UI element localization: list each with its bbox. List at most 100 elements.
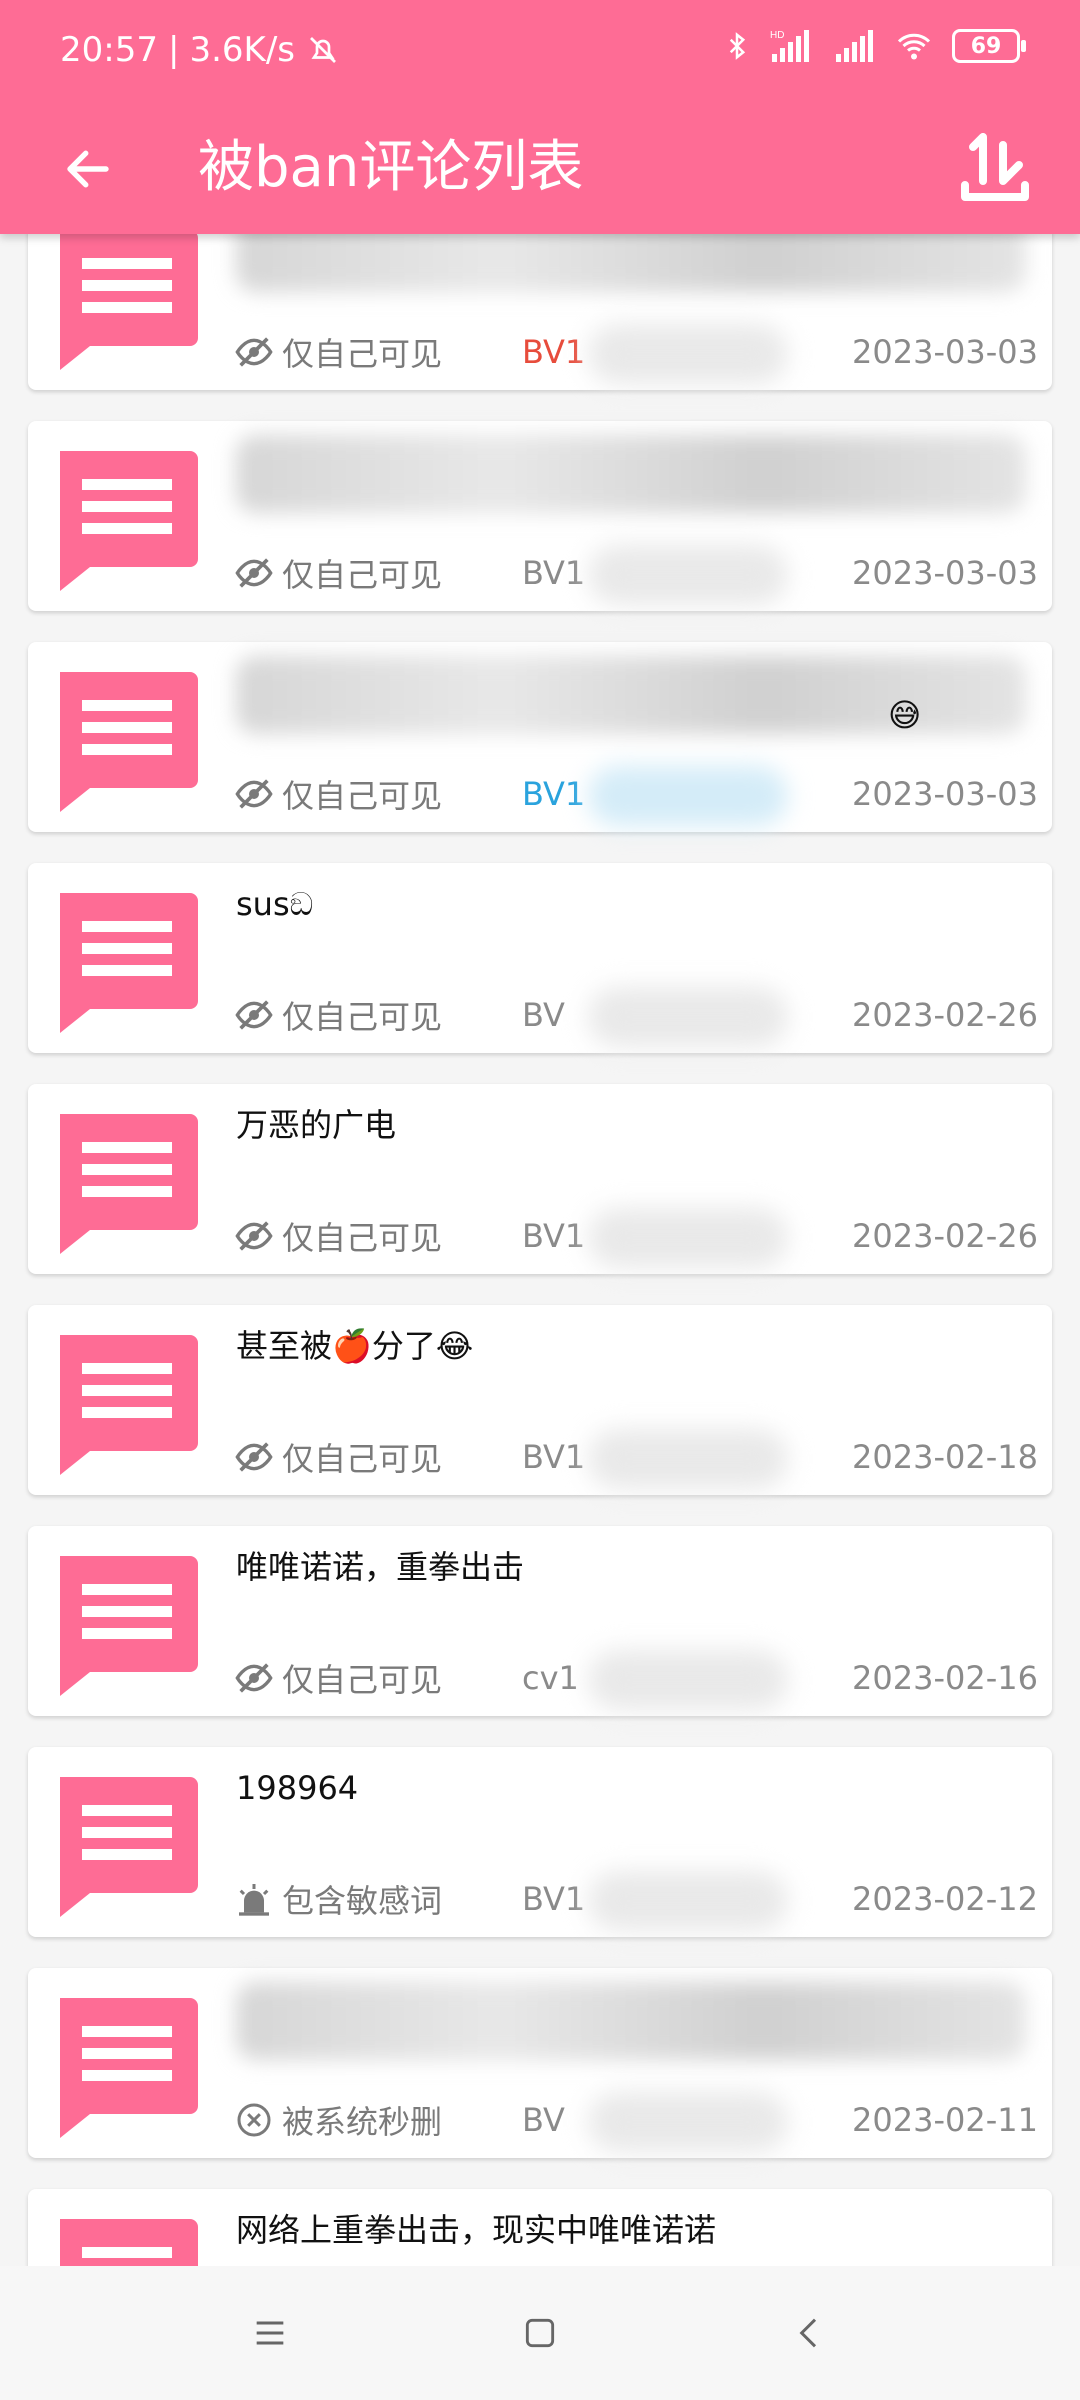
status-time: 20:57 bbox=[60, 30, 158, 70]
comment-status: 仅自己可见 bbox=[234, 549, 442, 597]
comment-card[interactable]: 仅自己可见 BV1 2023-03-03 bbox=[28, 234, 1052, 390]
comment-list[interactable]: 仅自己可见 BV1 2023-03-03 仅自己可见 BV1 2023-03-03 😅 仅自己… bbox=[0, 234, 1080, 2266]
back-button[interactable] bbox=[46, 127, 130, 211]
comment-source-id[interactable]: BV1 bbox=[522, 328, 585, 376]
comment-source-id[interactable]: cv1 bbox=[522, 1654, 579, 1702]
comment-icon bbox=[60, 1114, 198, 1254]
eye-off-icon bbox=[235, 1663, 273, 1693]
back-nav-button[interactable] bbox=[780, 2303, 840, 2363]
comment-card[interactable]: susඞ 仅自己可见 BV 2023-02-26 bbox=[28, 863, 1052, 1053]
comment-icon bbox=[60, 1777, 198, 1917]
comment-content-redacted bbox=[236, 435, 1026, 513]
comment-card[interactable]: 甚至被🍎分了😂 仅自己可见 BV1 2023-02-18 bbox=[28, 1305, 1052, 1495]
comment-status: 仅自己可见 bbox=[234, 1212, 442, 1260]
comment-status: 仅自己可见 bbox=[234, 328, 442, 376]
comment-status-label: 仅自己可见 bbox=[282, 1440, 443, 1478]
source-id-redacted bbox=[588, 1208, 788, 1268]
battery-level: 69 bbox=[970, 33, 1002, 59]
comment-status-label: 仅自己可见 bbox=[282, 335, 443, 373]
comment-icon bbox=[60, 2219, 198, 2266]
comment-source-id[interactable]: BV1 bbox=[522, 549, 585, 597]
comment-status: 仅自己可见 bbox=[234, 991, 442, 1039]
comment-content: 198964 bbox=[236, 1769, 359, 1807]
comment-content: 万恶的广电 bbox=[236, 1106, 397, 1144]
comment-status-label: 被系统秒删 bbox=[282, 2103, 443, 2141]
comment-source-id[interactable]: BV1 bbox=[522, 1433, 585, 1481]
comment-icon-wrap bbox=[50, 234, 200, 372]
comment-content: susඞ bbox=[236, 885, 314, 923]
comment-date: 2023-02-11 bbox=[852, 2101, 1038, 2139]
home-square-icon bbox=[525, 2318, 555, 2348]
download-icon bbox=[961, 133, 1029, 201]
comment-status-label: 仅自己可见 bbox=[282, 556, 443, 594]
source-id-redacted bbox=[588, 1871, 788, 1931]
eye-off-icon bbox=[235, 1000, 273, 1030]
circle-x-icon bbox=[237, 2103, 271, 2137]
comment-source-id[interactable]: BV bbox=[522, 991, 565, 1039]
mute-bell-icon bbox=[310, 37, 336, 63]
comment-icon bbox=[60, 893, 198, 1033]
comment-status-label: 仅自己可见 bbox=[282, 777, 443, 815]
comment-card[interactable]: 被系统秒删 BV 2023-02-11 bbox=[28, 1968, 1052, 2158]
comment-icon-wrap bbox=[50, 1990, 200, 2140]
comment-icon-wrap bbox=[50, 443, 200, 593]
comment-date: 2023-03-03 bbox=[852, 775, 1038, 813]
comment-status: 仅自己可见 bbox=[234, 1654, 442, 1702]
comment-content: 唯唯诺诺，重拳出击 bbox=[236, 1548, 525, 1586]
comment-icon-wrap bbox=[50, 885, 200, 1035]
source-id-redacted bbox=[588, 766, 788, 826]
comment-date: 2023-02-16 bbox=[852, 1659, 1038, 1697]
download-sort-button[interactable] bbox=[950, 124, 1040, 214]
eye-off-icon bbox=[235, 1442, 273, 1472]
comment-icon-wrap bbox=[50, 1106, 200, 1256]
comment-source-id[interactable]: BV1 bbox=[522, 770, 585, 818]
comment-card[interactable]: 😅 仅自己可见 BV1 2023-03-03 bbox=[28, 642, 1052, 832]
home-button[interactable] bbox=[510, 2303, 570, 2363]
comment-card[interactable]: 198964 包含敏感词 BV1 2023-02-12 bbox=[28, 1747, 1052, 1937]
page-title: 被ban评论列表 bbox=[198, 135, 584, 200]
comment-status-label: 仅自己可见 bbox=[282, 1661, 443, 1699]
status-speed: 3.6K/s bbox=[189, 30, 295, 70]
eye-off-icon bbox=[235, 1221, 273, 1251]
comment-icon bbox=[60, 1556, 198, 1696]
comment-status: 仅自己可见 bbox=[234, 1433, 442, 1481]
comment-icon bbox=[60, 1335, 198, 1475]
comment-status: 包含敏感词 bbox=[234, 1875, 442, 1923]
source-id-redacted bbox=[588, 987, 788, 1047]
comment-icon-wrap bbox=[50, 2211, 200, 2266]
comment-status-label: 包含敏感词 bbox=[282, 1882, 443, 1920]
comment-source-id[interactable]: BV1 bbox=[522, 1875, 585, 1923]
toolbar: 被ban评论列表 bbox=[0, 104, 1080, 234]
status-left: 20:57 | 3.6K/s bbox=[60, 30, 341, 70]
comment-content: 甚至被🍎分了😂 bbox=[236, 1327, 474, 1365]
comment-card[interactable]: 仅自己可见 BV1 2023-03-03 bbox=[28, 421, 1052, 611]
comment-status-label: 仅自己可见 bbox=[282, 1219, 443, 1257]
comment-icon bbox=[60, 672, 198, 812]
comment-source-id[interactable]: BV bbox=[522, 2096, 565, 2144]
source-id-redacted bbox=[588, 324, 788, 384]
system-nav-bar bbox=[0, 2266, 1080, 2400]
source-id-redacted bbox=[588, 2092, 788, 2152]
alarm-icon bbox=[239, 1884, 269, 1916]
comment-source-id[interactable]: BV1 bbox=[522, 1212, 585, 1260]
chevron-left-icon bbox=[799, 2318, 817, 2348]
signal-icon bbox=[836, 30, 873, 62]
comment-date: 2023-03-03 bbox=[852, 554, 1038, 592]
comment-date: 2023-03-03 bbox=[852, 333, 1038, 371]
comment-card[interactable]: 网络上重拳出击，现实中唯唯诺诺仅自己可见BV12023-02-11 bbox=[28, 2189, 1052, 2266]
comment-card[interactable]: 万恶的广电 仅自己可见 BV1 2023-02-26 bbox=[28, 1084, 1052, 1274]
app-bar: 20:57 | 3.6K/s HD 69 被ban评论列表 bbox=[0, 0, 1080, 234]
comment-card[interactable]: 唯唯诺诺，重拳出击仅自己可见 cv1 2023-02-16 bbox=[28, 1526, 1052, 1716]
comment-content: 网络上重拳出击，现实中唯唯诺诺 bbox=[236, 2211, 717, 2249]
comment-status: 被系统秒删 bbox=[234, 2096, 442, 2144]
eye-off-icon bbox=[235, 558, 273, 588]
source-id-redacted bbox=[588, 1429, 788, 1489]
comment-date: 2023-02-12 bbox=[852, 1880, 1038, 1918]
wifi-icon bbox=[897, 33, 931, 60]
comment-date: 2023-02-26 bbox=[852, 996, 1038, 1034]
menu-button[interactable] bbox=[240, 2303, 300, 2363]
comment-status-label: 仅自己可见 bbox=[282, 998, 443, 1036]
comment-icon-wrap bbox=[50, 664, 200, 814]
source-id-redacted bbox=[588, 1650, 788, 1710]
eye-off-icon bbox=[235, 779, 273, 809]
